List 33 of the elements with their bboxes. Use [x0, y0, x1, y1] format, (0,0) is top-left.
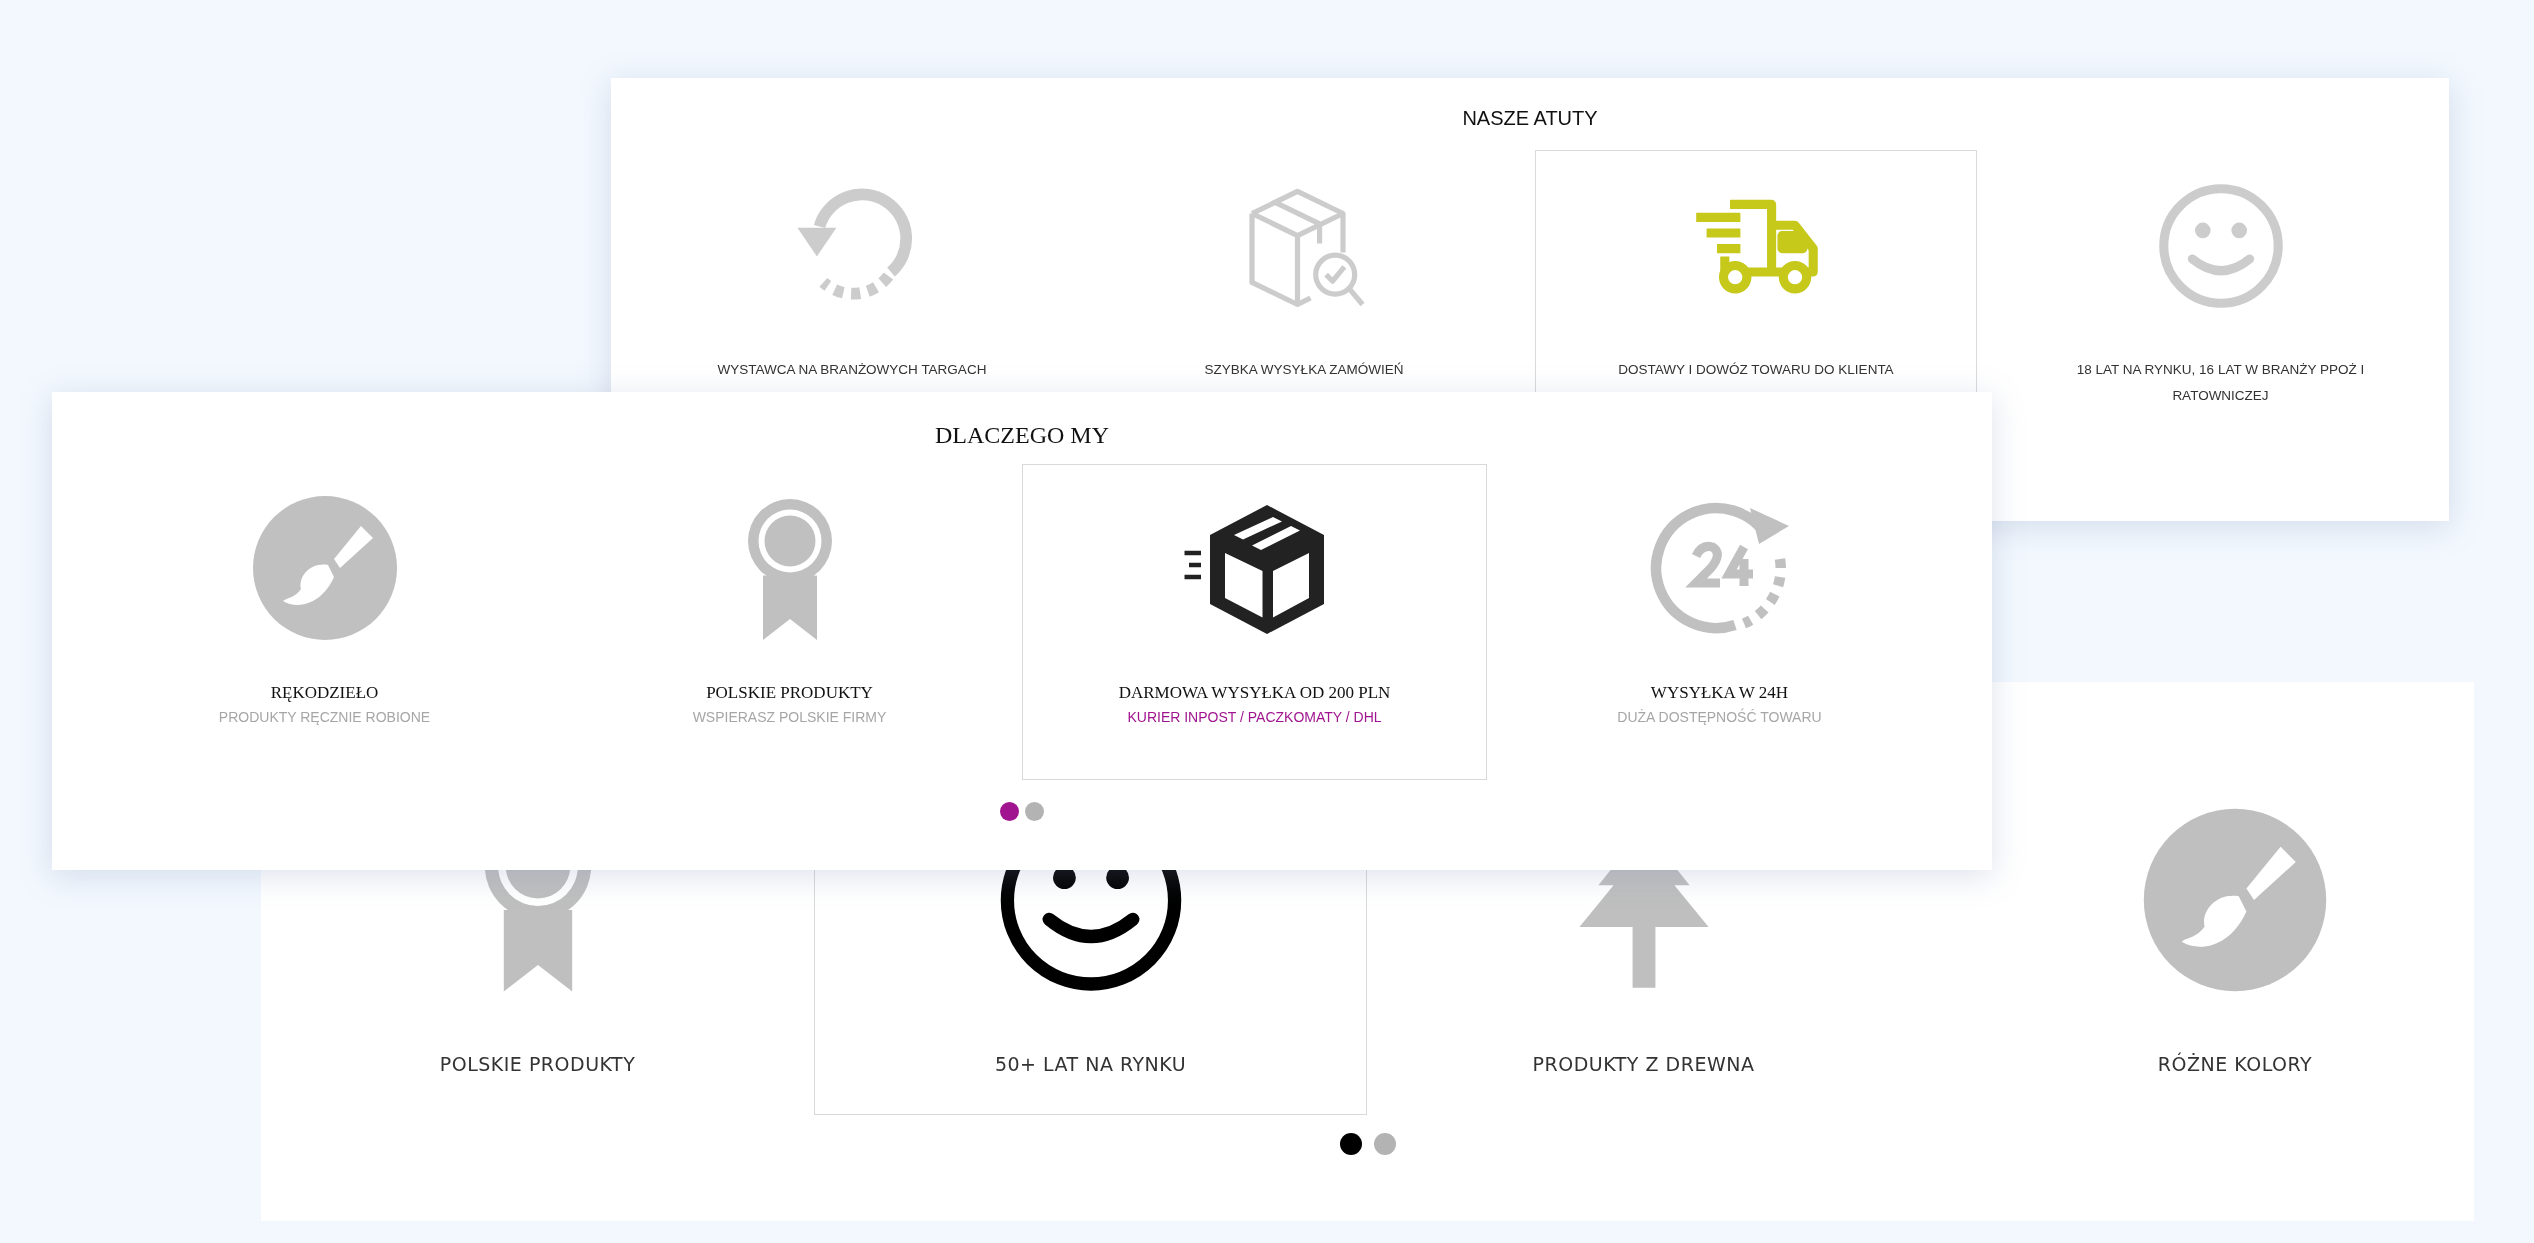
feature-sublabel: DUŻA DOSTĘPNOŚĆ TOWARU	[1617, 709, 1822, 725]
feature-label: RĘKODZIEŁO	[270, 683, 379, 703]
carousel-dot[interactable]	[1025, 802, 1044, 821]
feature-tile[interactable]: POLSKIE PRODUKTY WSPIERASZ POLSKIE FIRMY	[557, 464, 1022, 780]
feature-label: RÓŻNE KOLORY	[2157, 1053, 2313, 1075]
section-title: DLACZEGO MY	[934, 421, 1110, 450]
carousel-dot[interactable]	[1339, 1133, 1362, 1155]
feature-label: DOSTAWY I DOWÓZ TOWARU DO KLIENTA	[1617, 361, 1895, 379]
feature-sublabel: PRODUKTY RĘCZNIE ROBIONE	[218, 709, 431, 725]
feature-label: PRODUKTY Z DREWNA	[1532, 1053, 1755, 1076]
feature-label: 18 LAT NA RYNKU, 16 LAT W BRANŻY PPOŻ I RATOWNICZEJ	[2075, 361, 2366, 405]
feature-label: 50+ LAT NA RYNKU	[994, 1053, 1187, 1076]
feature-sublabel: KURIER INPOST / PACZKOMATY / DHL	[1127, 709, 1382, 725]
feature-label: WYSTAWCA NA BRANŻOWYCH TARGACH	[716, 361, 988, 379]
feature-tile[interactable]: WYSYŁKA W 24H DUŻA DOSTĘPNOŚĆ TOWARU	[1487, 464, 1952, 780]
section-title: NASZE ATUTY	[1461, 106, 1599, 130]
feature-label: POLSKIE PRODUKTY	[706, 683, 873, 703]
feature-label: POLSKIE PRODUKTY	[439, 1053, 636, 1076]
carousel-dot[interactable]	[1000, 802, 1019, 821]
feature-tile[interactable]: RĘKODZIEŁO PRODUKTY RĘCZNIE ROBIONE	[92, 464, 557, 780]
feature-tile[interactable]: PRODUKTY Z DREWNA	[1367, 870, 1920, 1115]
carousel-dot[interactable]	[1373, 1133, 1396, 1155]
feature-tile[interactable]: DOSTAWY I DOWÓZ TOWARU DO KLIENTA	[1535, 150, 1977, 392]
feature-tile[interactable]: SZYBKA WYSYŁKA ZAMÓWIEŃ	[1083, 150, 1525, 392]
feature-sublabel: WSPIERASZ POLSKIE FIRMY	[692, 709, 887, 725]
feature-tile[interactable]: WYSTAWCA NA BRANŻOWYCH TARGACH	[631, 150, 1073, 392]
feature-label: DARMOWA WYSYŁKA OD 200 PLN	[1118, 683, 1391, 703]
feature-label: SZYBKA WYSYŁKA ZAMÓWIEŃ	[1203, 361, 1405, 379]
feature-tile[interactable]: DARMOWA WYSYŁKA OD 200 PLN KURIER INPOST / PACZKOMATY / DHL	[1022, 464, 1487, 780]
feature-tile[interactable]: 50+ LAT NA RYNKU	[814, 870, 1367, 1115]
feature-label: WYSYŁKA W 24H	[1650, 683, 1789, 703]
feature-tile[interactable]: 18 LAT NA RYNKU, 16 LAT W BRANŻY PPOŻ I RATOWNICZEJ	[2012, 150, 2429, 480]
feature-tile[interactable]: RÓŻNE KOLORY	[1996, 682, 2474, 1115]
